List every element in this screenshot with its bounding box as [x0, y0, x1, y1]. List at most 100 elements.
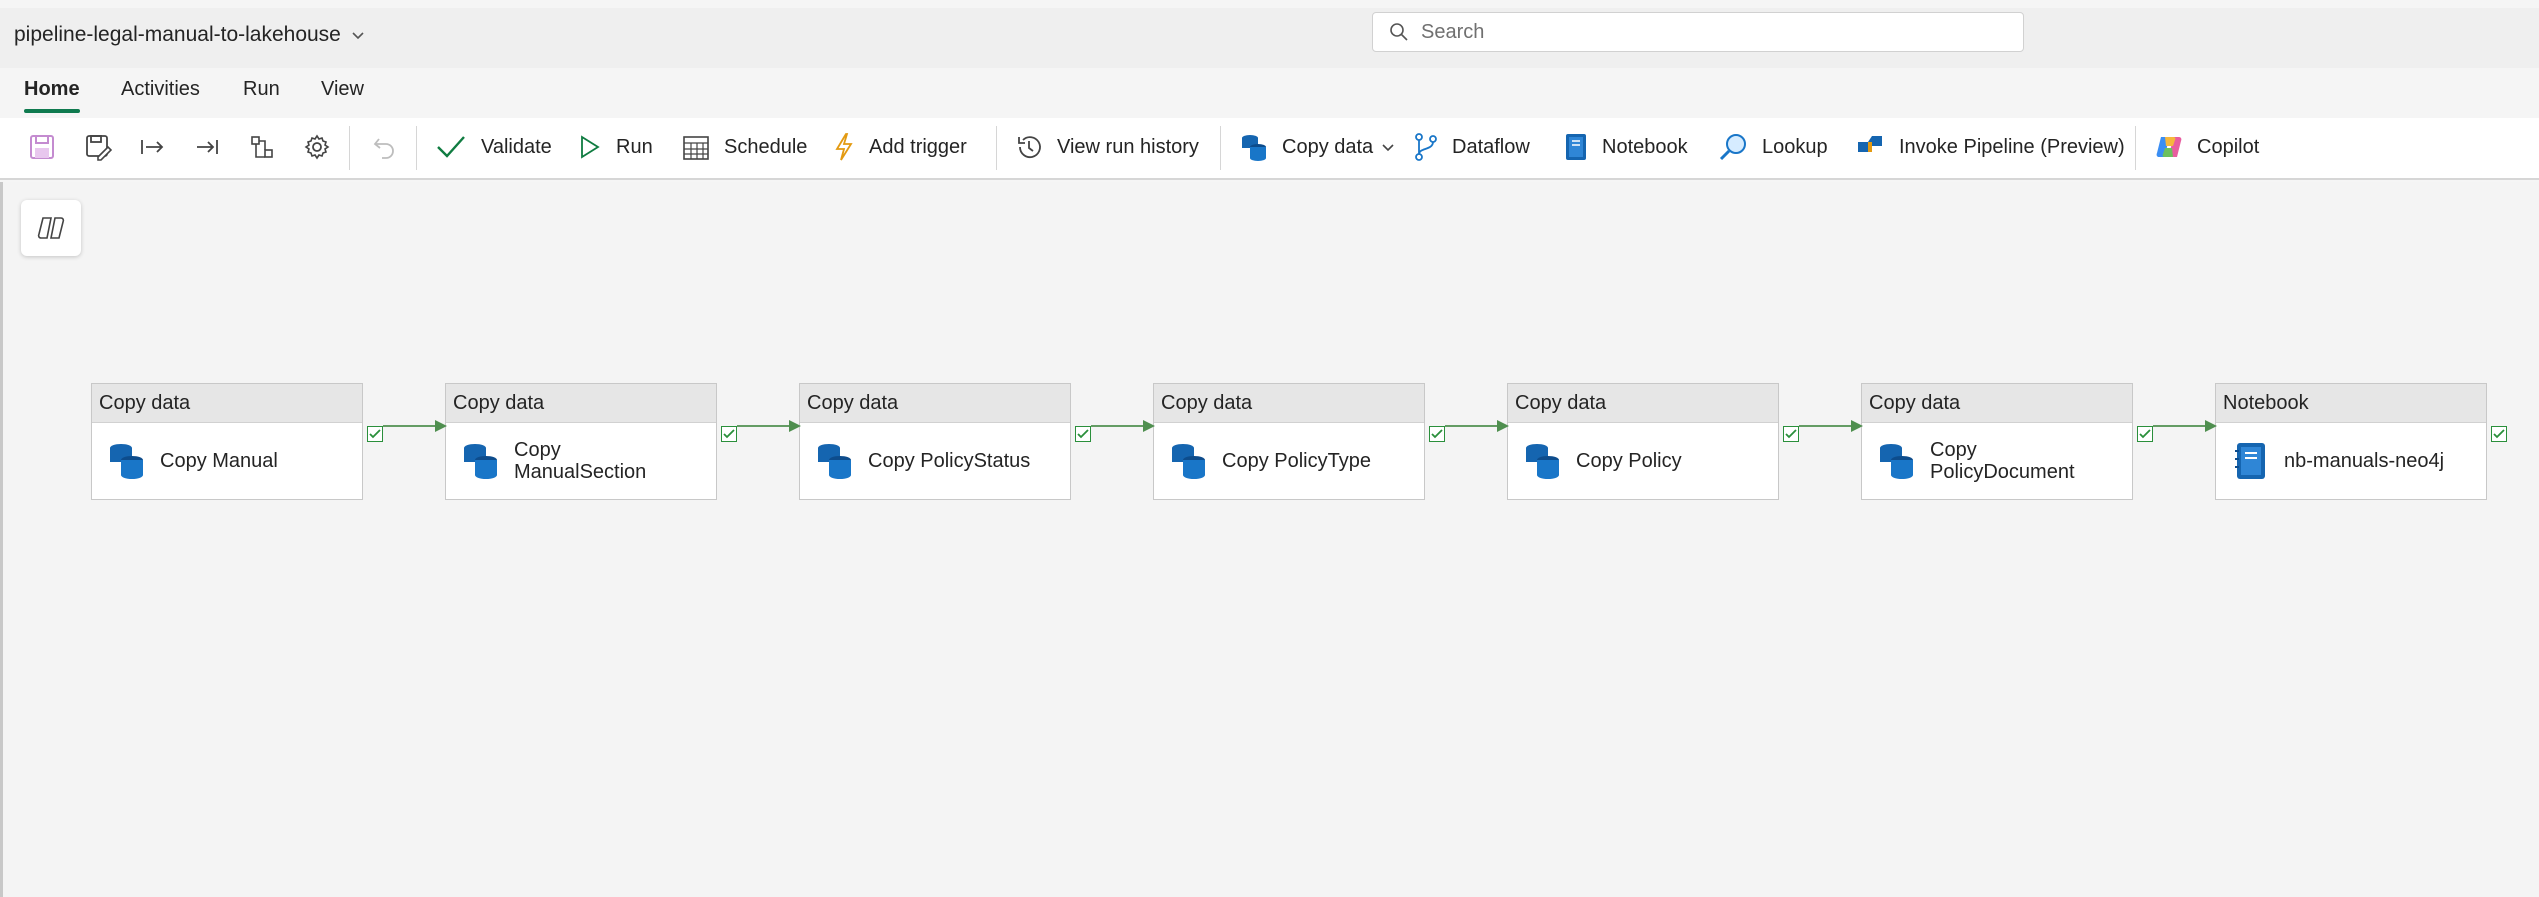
success-output-handle[interactable] [2491, 426, 2507, 442]
play-icon [581, 135, 600, 159]
lookup-label: Lookup [1762, 135, 1828, 158]
activity-node-copy-manual[interactable]: Copy data Copy Manual [91, 383, 363, 500]
connector-arrow[interactable] [383, 418, 449, 434]
search-input[interactable] [1419, 19, 1983, 45]
notebook-button[interactable]: Notebook [1564, 131, 1688, 163]
activity-type: Copy data [446, 384, 716, 423]
copilot-panel-button[interactable] [21, 200, 81, 256]
activity-name: Copy PolicyType [1222, 449, 1371, 472]
schedule-button[interactable]: Schedule [682, 131, 807, 163]
settings-button[interactable] [301, 131, 333, 163]
copilot-icon [2156, 137, 2182, 157]
activity-node-copy-policystatus[interactable]: Copy data Copy PolicyStatus [799, 383, 1071, 500]
toolbar-divider [416, 126, 417, 170]
add-trigger-button[interactable]: Add trigger [833, 131, 967, 163]
run-button[interactable]: Run [578, 131, 653, 163]
activity-name: Copy ManualSection [514, 438, 647, 483]
run-label: Run [616, 135, 653, 158]
gear-icon [304, 134, 330, 160]
notebook-icon [2235, 442, 2265, 479]
checkmark-icon [369, 429, 381, 439]
notebook-icon [1566, 134, 1586, 160]
chevron-down-icon [352, 32, 364, 40]
success-output-handle[interactable] [367, 426, 383, 442]
success-output-handle[interactable] [1783, 426, 1799, 442]
step-to-end-button[interactable] [191, 131, 223, 163]
auto-layout-button[interactable] [246, 131, 278, 163]
connector-arrow[interactable] [1091, 418, 1157, 434]
save-as-button[interactable] [82, 131, 114, 163]
view-run-history-button[interactable]: View run history [1015, 131, 1199, 163]
activity-type: Notebook [2216, 384, 2486, 423]
undo-icon [373, 138, 394, 159]
activity-node-copy-policydocument[interactable]: Copy data Copy PolicyDocument [1861, 383, 2133, 500]
connector-arrow[interactable] [1799, 418, 1865, 434]
save-button[interactable] [26, 131, 58, 163]
dataflow-button[interactable]: Dataflow [1414, 131, 1530, 163]
tab-home[interactable]: Home [24, 78, 80, 113]
validate-label: Validate [481, 135, 552, 158]
toolbar-divider [1220, 126, 1221, 170]
copy-data-icon [1242, 135, 1266, 161]
pipeline-title: pipeline-legal-manual-to-lakehouse [14, 23, 341, 46]
tab-activities[interactable]: Activities [121, 78, 200, 101]
invoke-pipeline-button[interactable]: Invoke Pipeline (Preview) [1855, 131, 2125, 163]
toolbar-divider [2135, 126, 2136, 170]
checkmark-icon [1077, 429, 1089, 439]
dataflow-label: Dataflow [1452, 135, 1530, 158]
success-output-handle[interactable] [2137, 426, 2153, 442]
copy-data-icon [1172, 443, 1205, 479]
lightning-icon [835, 133, 853, 161]
toolbar-divider [349, 126, 350, 170]
add-trigger-label: Add trigger [869, 135, 967, 158]
copy-data-icon [818, 443, 851, 479]
tab-run[interactable]: Run [243, 78, 280, 101]
toolbar-divider [996, 126, 997, 170]
activity-type: Copy data [1862, 384, 2132, 423]
save-icon [30, 135, 54, 159]
invoke-pipeline-label: Invoke Pipeline (Preview) [1899, 135, 2125, 158]
copy-data-icon [1880, 443, 1913, 479]
copy-data-button[interactable]: Copy data [1240, 131, 1395, 163]
activity-name: Copy PolicyStatus [868, 449, 1031, 472]
copilot-button[interactable]: Copilot [2155, 131, 2259, 163]
activity-name: Copy Policy [1576, 449, 1682, 472]
success-output-handle[interactable] [1075, 426, 1091, 442]
pipeline-canvas[interactable]: Copy data Copy Manual Copy data Copy Man… [0, 182, 2539, 897]
connector-arrow[interactable] [2153, 418, 2219, 434]
layout-icon [251, 136, 273, 158]
copy-data-icon [464, 443, 497, 479]
copy-data-label: Copy data [1282, 135, 1374, 158]
copilot-label: Copilot [2197, 135, 2260, 158]
success-output-handle[interactable] [721, 426, 737, 442]
tab-view[interactable]: View [321, 78, 364, 101]
dataflow-icon [1415, 133, 1437, 161]
pipeline-name-dropdown[interactable]: pipeline-legal-manual-to-lakehouse [14, 23, 365, 47]
checkmark-icon [1431, 429, 1443, 439]
activity-type: Copy data [800, 384, 1070, 423]
validate-button[interactable]: Validate [435, 131, 552, 163]
activity-node-copy-manualsection[interactable]: Copy data Copy ManualSection [445, 383, 717, 500]
activity-name: Copy PolicyDocument [1930, 438, 2075, 483]
view-run-history-label: View run history [1057, 135, 1199, 158]
activity-type: Copy data [1154, 384, 1424, 423]
ribbon-tabs: Home Activities Run View [0, 68, 2539, 116]
undo-button[interactable] [368, 131, 400, 163]
connector-arrow[interactable] [737, 418, 803, 434]
activity-node-nb-manuals-neo4j[interactable]: Notebook nb-manuals-neo4j [2215, 383, 2487, 500]
checkmark-icon [723, 429, 735, 439]
connector-arrow[interactable] [1445, 418, 1511, 434]
step-in-button[interactable] [136, 131, 168, 163]
activity-name: nb-manuals-neo4j [2284, 449, 2445, 472]
checkmark-icon [1785, 429, 1797, 439]
invoke-pipeline-icon [1858, 136, 1882, 152]
checkmark-icon [437, 136, 465, 158]
activity-name: Copy Manual [160, 449, 278, 472]
search-box[interactable] [1372, 12, 2024, 52]
schedule-label: Schedule [724, 135, 808, 158]
lookup-button[interactable]: Lookup [1718, 131, 1828, 163]
activity-node-copy-policytype[interactable]: Copy data Copy PolicyType [1153, 383, 1425, 500]
activity-node-copy-policy[interactable]: Copy data Copy Policy [1507, 383, 1779, 500]
success-output-handle[interactable] [1429, 426, 1445, 442]
checkmark-icon [2139, 429, 2151, 439]
